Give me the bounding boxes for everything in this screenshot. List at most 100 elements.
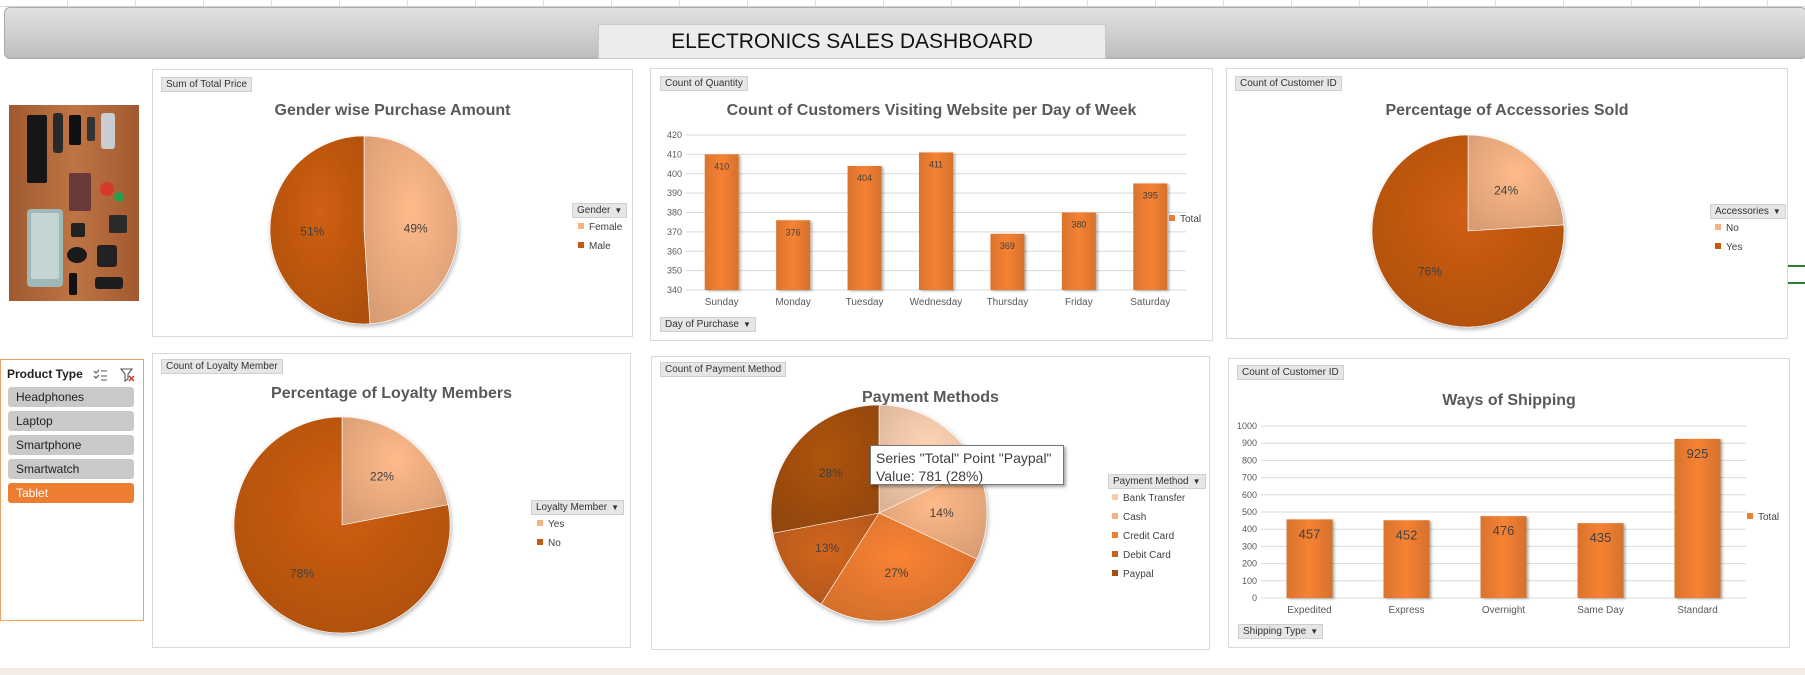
slicer-item-smartwatch[interactable]: Smartwatch [8,459,134,479]
slicer-item-headphones[interactable]: Headphones [8,387,134,407]
day-of-week-chart-panel: Count of Quantity Count of Customers Vis… [650,68,1213,341]
y-tick-label: 400 [1242,524,1257,534]
slicer-title: Product Type [7,367,83,381]
pie-data-label: 49% [404,221,428,235]
pie-data-label: 13% [815,541,839,555]
shipping-bar-svg: 0 100 200 300 400 500 600 700 800 900 1000 457 Exped… [1237,421,1746,616]
dropdown-arrow-icon: ▼ [614,206,623,215]
y-tick-label: 400 [667,169,682,179]
dropdown-arrow-icon: ▼ [1772,207,1781,216]
legend-swatch [1112,532,1118,539]
pie-data-label: 27% [884,566,908,580]
dashboard-title: ELECTRONICS SALES DASHBOARD [598,24,1106,59]
y-tick-label: 600 [1242,490,1257,500]
y-tick-label: 380 [667,208,682,218]
axis-filter-shipping-type[interactable]: Shipping Type ▼ [1238,624,1324,639]
legend-item-paypal: Paypal [1112,569,1154,580]
y-tick-label: 1000 [1237,421,1257,431]
pie-data-label: 28% [819,466,843,480]
accessories-pie-svg: 24% 76% [1371,134,1565,328]
bar-data-label: 476 [1493,523,1515,538]
x-category-label: Express [1388,605,1424,616]
legend-filter-loyalty-member[interactable]: Loyalty Member ▼ [531,500,625,515]
legend-item-total: Total [1169,214,1201,225]
slicer-item-tablet[interactable]: Tablet [8,483,134,503]
legend-filter-gender[interactable]: Gender ▼ [572,203,628,218]
legend-item-no: No [537,538,561,549]
bar-data-label: 925 [1687,446,1709,461]
pie-data-label: 78% [290,566,314,580]
pie-data-label: 24% [1494,183,1518,197]
slicer-item-laptop[interactable]: Laptop [8,411,134,431]
legend-item-yes: Yes [537,519,564,530]
y-tick-label: 340 [667,285,682,295]
x-category-label: Monday [775,297,811,308]
dashboard-banner: ELECTRONICS SALES DASHBOARD [4,7,1805,59]
bar-data-label: 380 [1071,220,1086,230]
y-tick-label: 360 [667,246,682,256]
legend-swatch [537,539,543,546]
y-tick-label: 390 [667,188,682,198]
slicer-item-smartphone[interactable]: Smartphone [8,435,134,455]
axis-filter-day-of-purchase[interactable]: Day of Purchase ▼ [660,317,756,332]
dropdown-arrow-icon: ▼ [611,503,620,512]
x-category-label: Tuesday [846,297,884,308]
pie-data-label: 76% [1418,265,1442,279]
y-tick-label: 100 [1242,576,1257,586]
selection-mark [1788,265,1805,267]
legend-swatch [1112,551,1118,558]
multi-select-icon[interactable] [93,369,107,381]
x-category-label: Overnight [1482,605,1526,616]
legend-filter-payment-method[interactable]: Payment Method ▼ [1108,474,1206,489]
bar-sunday[interactable] [704,154,739,290]
y-tick-label: 370 [667,227,682,237]
pie-data-label: 22% [370,470,394,484]
legend-item-debit-card: Debit Card [1112,550,1171,561]
legend-item-cash: Cash [1112,512,1146,523]
legend-item-total: Total [1747,512,1779,523]
accessories-chart-panel: Count of Customer ID Percentage of Acces… [1226,68,1788,339]
electronics-photo-image [9,105,139,301]
y-tick-label: 300 [1242,541,1257,551]
x-category-label: Same Day [1577,605,1624,616]
dropdown-arrow-icon: ▼ [1192,477,1201,486]
bar-data-label: 452 [1396,527,1418,542]
bar-data-label: 410 [714,161,729,171]
y-tick-label: 350 [667,266,682,276]
bar-data-label: 395 [1143,190,1158,200]
legend-item-bank-transfer: Bank Transfer [1112,493,1185,504]
bar-data-label: 369 [1000,241,1015,251]
legend-swatch [1715,243,1721,250]
dropdown-arrow-icon: ▼ [1310,627,1319,636]
dropdown-arrow-icon: ▼ [742,320,751,329]
x-category-label: Thursday [987,297,1029,308]
bar-wednesday[interactable] [919,152,953,290]
legend-swatch [1112,570,1118,577]
selection-mark [1788,282,1805,284]
bar-data-label: 457 [1299,526,1321,541]
electronics-photo [9,105,139,301]
day-of-week-bar-svg: 340 350 360 370 380 390 400 410 420 410 Sunday 376 M… [667,130,1186,308]
bar-standard[interactable] [1674,438,1721,598]
legend-item-no: No [1715,223,1739,234]
x-category-label: Expedited [1287,605,1331,616]
legend-swatch [578,242,584,249]
tooltip-series-line: Series "Total" Point "Paypal" [876,450,1052,466]
bar-data-label: 411 [929,159,943,169]
chart-tooltip: Series "Total" Point "Paypal" Value: 781… [870,445,1064,485]
legend-swatch [1169,215,1175,222]
x-category-label: Saturday [1130,297,1170,308]
y-tick-label: 800 [1242,455,1257,465]
y-tick-label: 500 [1242,507,1257,517]
product-type-slicer[interactable]: Product Type Headphones Laptop Smartphone S… [0,359,144,621]
legend-swatch [1715,224,1721,231]
x-category-label: Wednesday [910,297,963,308]
gender-pie-svg: 49% 51% [269,135,459,325]
legend-item-credit-card: Credit Card [1112,531,1174,542]
clear-filter-icon[interactable] [120,368,135,382]
legend-swatch [537,520,543,527]
legend-swatch [1112,513,1118,520]
bar-tuesday[interactable] [847,166,882,290]
bar-data-label: 435 [1590,530,1612,545]
legend-filter-accessories[interactable]: Accessories ▼ [1710,204,1786,219]
